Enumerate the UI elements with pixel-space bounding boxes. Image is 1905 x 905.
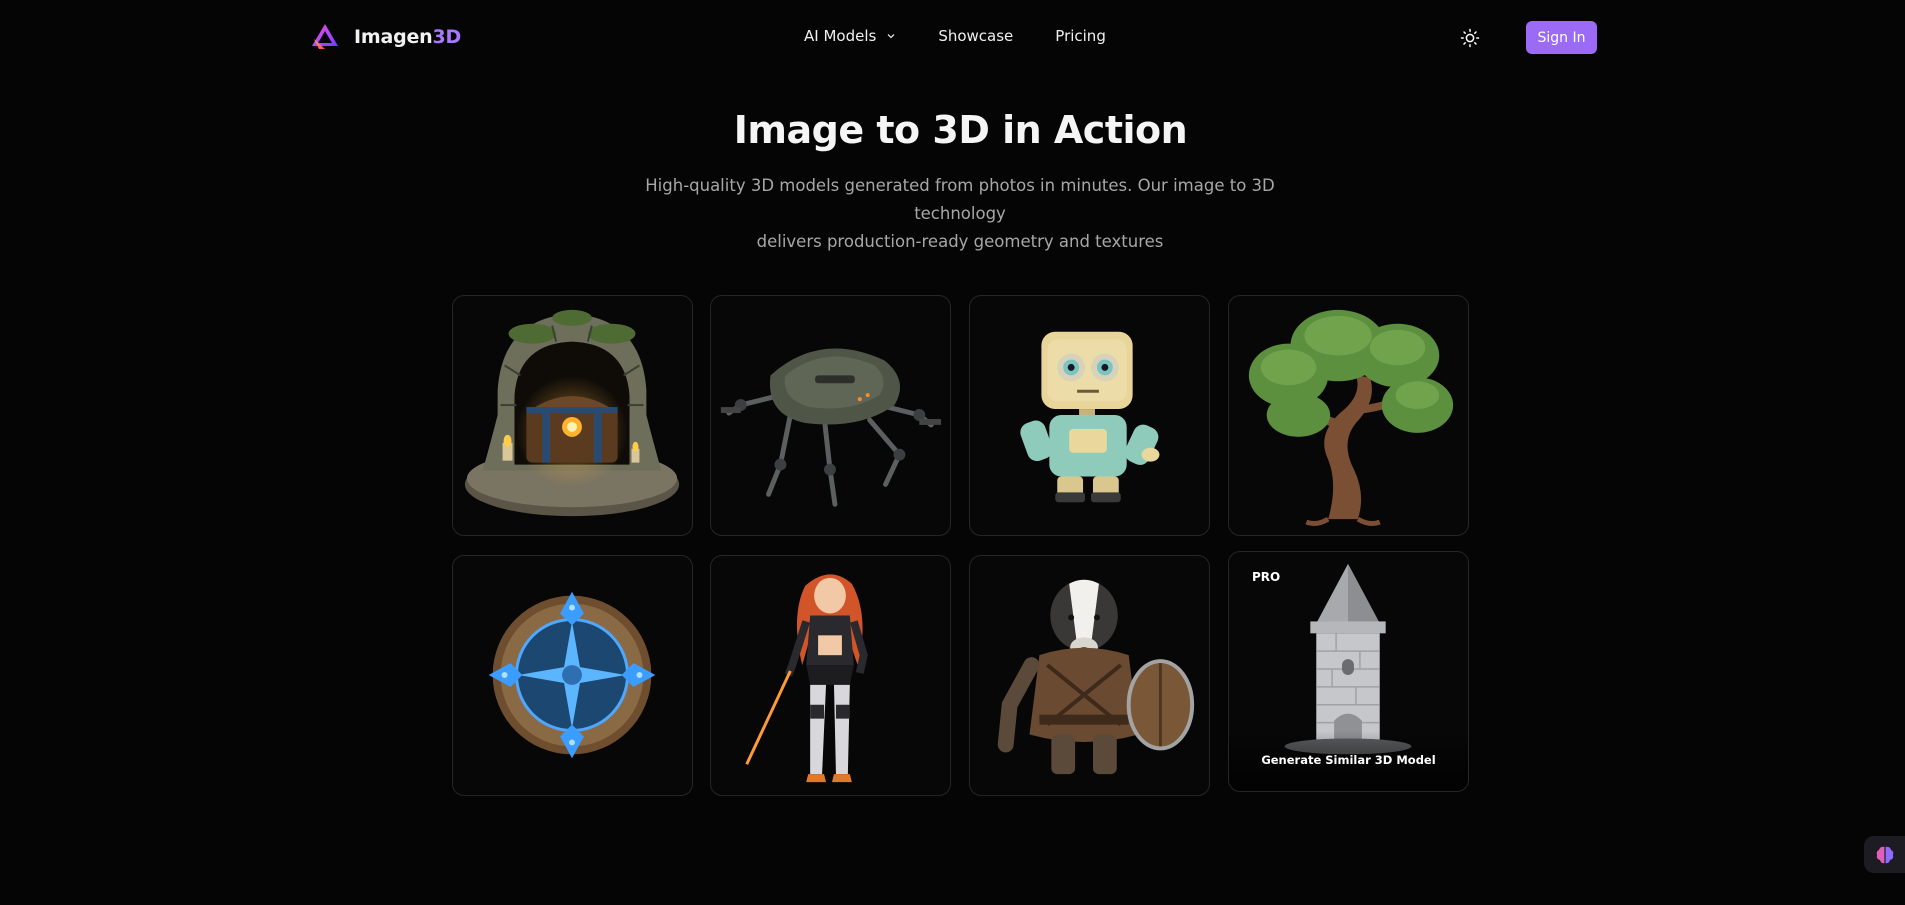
nav-pricing[interactable]: Pricing xyxy=(1055,27,1106,45)
gallery-card-treasure-chest[interactable] xyxy=(452,295,693,536)
treasure-chest-model-image xyxy=(464,309,680,517)
nav-ai-models-label: AI Models xyxy=(804,27,877,45)
toy-robot-model-image xyxy=(1020,331,1160,503)
brain-icon xyxy=(1876,846,1893,863)
brand-logo-icon xyxy=(312,24,338,49)
brand-name-accent: 3D xyxy=(432,26,462,48)
top-navbar: Imagen3D AI Models Showcase Pricing Sign… xyxy=(0,0,1905,76)
tree-model-image xyxy=(1248,309,1454,527)
generate-similar-button[interactable]: Generate Similar 3D Model xyxy=(1229,753,1468,767)
nav-pricing-label: Pricing xyxy=(1055,27,1106,45)
nav-ai-models[interactable]: AI Models xyxy=(804,27,896,45)
floating-assistant-button[interactable] xyxy=(1864,836,1905,873)
chevron-down-icon xyxy=(887,34,895,39)
badger-knight-model-image xyxy=(997,579,1195,775)
nav-showcase-label: Showcase xyxy=(938,27,1014,45)
page-subtitle-line-1: High-quality 3D models generated from ph… xyxy=(645,176,1275,223)
gallery-card-tree[interactable] xyxy=(1228,295,1469,536)
gallery-card-mech-spider[interactable] xyxy=(710,295,951,536)
gallery-card-toy-robot[interactable] xyxy=(969,295,1210,536)
sun-icon xyxy=(1460,28,1480,48)
pro-badge: PRO xyxy=(1252,570,1281,584)
gallery-card-warrior-girl[interactable] xyxy=(710,555,951,796)
warrior-girl-model-image xyxy=(745,574,868,783)
sign-in-button[interactable]: Sign In xyxy=(1526,21,1597,54)
theme-toggle-button[interactable] xyxy=(1458,26,1482,50)
page-subtitle: High-quality 3D models generated from ph… xyxy=(610,172,1310,256)
brand-name: Imagen3D xyxy=(354,26,462,48)
nav-showcase[interactable]: Showcase xyxy=(938,27,1013,45)
gallery-card-stone-tower[interactable]: PRO Generate Similar 3D Model xyxy=(1228,551,1469,792)
gallery-card-badger-knight[interactable] xyxy=(969,555,1210,796)
mech-spider-model-image xyxy=(720,348,942,507)
page-subtitle-line-2: delivers production-ready geometry and t… xyxy=(756,232,1164,251)
brand-logo[interactable]: Imagen3D xyxy=(310,22,461,52)
main-nav: AI Models Showcase Pricing xyxy=(804,27,1106,45)
page-title: Image to 3D in Action xyxy=(733,108,1188,152)
gallery-card-compass-emblem[interactable] xyxy=(452,555,693,796)
compass-emblem-model-image xyxy=(488,591,656,759)
